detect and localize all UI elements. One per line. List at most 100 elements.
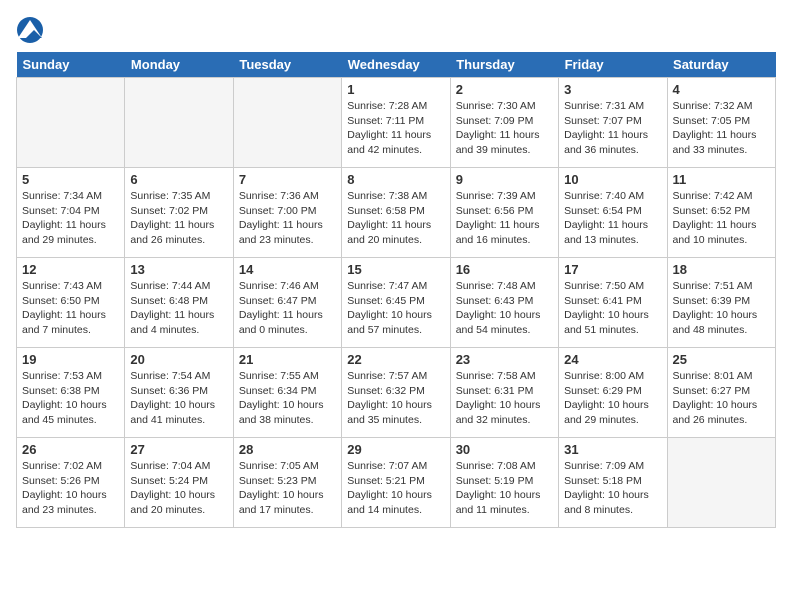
day-info: Sunrise: 7:51 AM Sunset: 6:39 PM Dayligh… [673,279,770,338]
calendar-day-cell: 6Sunrise: 7:35 AM Sunset: 7:02 PM Daylig… [125,168,233,258]
day-number: 10 [564,172,661,187]
calendar-day-cell: 15 Sunrise: 7:47 AM Sunset: 6:45 PM Dayli… [342,258,450,348]
calendar-day-cell: 16 Sunrise: 7:48 AM Sunset: 6:43 PM Dayli… [450,258,558,348]
page-header [16,16,776,44]
day-number: 30 [456,442,553,457]
day-of-week-header: Sunday [17,52,125,78]
calendar-day-cell [17,78,125,168]
day-info: Sunrise: 7:08 AM Sunset: 5:19 PM Dayligh… [456,459,553,518]
day-of-week-header: Thursday [450,52,558,78]
day-number: 21 [239,352,336,367]
day-info: Sunrise: 7:30 AM Sunset: 7:09 PM Dayligh… [456,99,553,158]
day-number: 22 [347,352,444,367]
calendar-week-row: 1Sunrise: 7:28 AM Sunset: 7:11 PM Daylig… [17,78,776,168]
day-number: 2 [456,82,553,97]
calendar-day-cell: 23Sunrise: 7:58 AM Sunset: 6:31 PM Dayli… [450,348,558,438]
day-number: 18 [673,262,770,277]
day-number: 16 [456,262,553,277]
calendar-day-cell: 27 Sunrise: 7:04 AM Sunset: 5:24 PM Dayli… [125,438,233,528]
calendar-table: SundayMondayTuesdayWednesdayThursdayFrid… [16,52,776,528]
day-info: Sunrise: 7:31 AM Sunset: 7:07 PM Dayligh… [564,99,661,158]
day-number: 12 [22,262,119,277]
calendar-day-cell: 30 Sunrise: 7:08 AM Sunset: 5:19 PM Dayli… [450,438,558,528]
day-info: Sunrise: 7:48 AM Sunset: 6:43 PM Dayligh… [456,279,553,338]
day-of-week-header: Tuesday [233,52,341,78]
day-number: 4 [673,82,770,97]
day-number: 31 [564,442,661,457]
day-number: 3 [564,82,661,97]
day-number: 25 [673,352,770,367]
day-of-week-header: Monday [125,52,233,78]
day-info: Sunrise: 7:57 AM Sunset: 6:32 PM Dayligh… [347,369,444,428]
calendar-day-cell: 29Sunrise: 7:07 AM Sunset: 5:21 PM Dayli… [342,438,450,528]
calendar-day-cell: 24 Sunrise: 8:00 AM Sunset: 6:29 PM Dayli… [559,348,667,438]
day-number: 17 [564,262,661,277]
calendar-day-cell: 10 Sunrise: 7:40 AM Sunset: 6:54 PM Dayli… [559,168,667,258]
day-info: Sunrise: 8:00 AM Sunset: 6:29 PM Dayligh… [564,369,661,428]
day-of-week-header: Friday [559,52,667,78]
calendar-header-row: SundayMondayTuesdayWednesdayThursdayFrid… [17,52,776,78]
day-info: Sunrise: 7:47 AM Sunset: 6:45 PM Dayligh… [347,279,444,338]
day-number: 8 [347,172,444,187]
day-of-week-header: Wednesday [342,52,450,78]
day-number: 13 [130,262,227,277]
day-number: 11 [673,172,770,187]
day-number: 26 [22,442,119,457]
calendar-day-cell: 18 Sunrise: 7:51 AM Sunset: 6:39 PM Dayli… [667,258,775,348]
day-number: 24 [564,352,661,367]
calendar-day-cell: 12 Sunrise: 7:43 AM Sunset: 6:50 PM Dayli… [17,258,125,348]
day-info: Sunrise: 7:44 AM Sunset: 6:48 PM Dayligh… [130,279,227,338]
calendar-day-cell: 31 Sunrise: 7:09 AM Sunset: 5:18 PM Dayli… [559,438,667,528]
day-info: Sunrise: 7:36 AM Sunset: 7:00 PM Dayligh… [239,189,336,248]
day-info: Sunrise: 7:05 AM Sunset: 5:23 PM Dayligh… [239,459,336,518]
calendar-day-cell: 7 Sunrise: 7:36 AM Sunset: 7:00 PM Daylig… [233,168,341,258]
day-info: Sunrise: 7:32 AM Sunset: 7:05 PM Dayligh… [673,99,770,158]
calendar-day-cell: 8 Sunrise: 7:38 AM Sunset: 6:58 PM Daylig… [342,168,450,258]
day-info: Sunrise: 7:28 AM Sunset: 7:11 PM Dayligh… [347,99,444,158]
calendar-week-row: 26 Sunrise: 7:02 AM Sunset: 5:26 PM Dayli… [17,438,776,528]
calendar-day-cell: 9 Sunrise: 7:39 AM Sunset: 6:56 PM Daylig… [450,168,558,258]
calendar-day-cell: 26 Sunrise: 7:02 AM Sunset: 5:26 PM Dayli… [17,438,125,528]
day-info: Sunrise: 7:58 AM Sunset: 6:31 PM Dayligh… [456,369,553,428]
logo-icon [16,16,44,44]
calendar-week-row: 5Sunrise: 7:34 AM Sunset: 7:04 PM Daylig… [17,168,776,258]
day-info: Sunrise: 8:01 AM Sunset: 6:27 PM Dayligh… [673,369,770,428]
day-info: Sunrise: 7:54 AM Sunset: 6:36 PM Dayligh… [130,369,227,428]
day-info: Sunrise: 7:42 AM Sunset: 6:52 PM Dayligh… [673,189,770,248]
logo [16,16,48,44]
day-info: Sunrise: 7:38 AM Sunset: 6:58 PM Dayligh… [347,189,444,248]
day-number: 19 [22,352,119,367]
day-info: Sunrise: 7:50 AM Sunset: 6:41 PM Dayligh… [564,279,661,338]
day-number: 9 [456,172,553,187]
day-info: Sunrise: 7:02 AM Sunset: 5:26 PM Dayligh… [22,459,119,518]
calendar-day-cell: 19 Sunrise: 7:53 AM Sunset: 6:38 PM Dayli… [17,348,125,438]
day-number: 15 [347,262,444,277]
calendar-day-cell: 1Sunrise: 7:28 AM Sunset: 7:11 PM Daylig… [342,78,450,168]
day-number: 28 [239,442,336,457]
calendar-day-cell: 22 Sunrise: 7:57 AM Sunset: 6:32 PM Dayli… [342,348,450,438]
day-number: 14 [239,262,336,277]
day-info: Sunrise: 7:07 AM Sunset: 5:21 PM Dayligh… [347,459,444,518]
day-number: 7 [239,172,336,187]
day-info: Sunrise: 7:40 AM Sunset: 6:54 PM Dayligh… [564,189,661,248]
day-of-week-header: Saturday [667,52,775,78]
calendar-day-cell: 2 Sunrise: 7:30 AM Sunset: 7:09 PM Daylig… [450,78,558,168]
calendar-day-cell: 17 Sunrise: 7:50 AM Sunset: 6:41 PM Dayli… [559,258,667,348]
day-info: Sunrise: 7:53 AM Sunset: 6:38 PM Dayligh… [22,369,119,428]
day-info: Sunrise: 7:39 AM Sunset: 6:56 PM Dayligh… [456,189,553,248]
calendar-day-cell: 25 Sunrise: 8:01 AM Sunset: 6:27 PM Dayli… [667,348,775,438]
day-number: 27 [130,442,227,457]
calendar-day-cell: 11 Sunrise: 7:42 AM Sunset: 6:52 PM Dayli… [667,168,775,258]
day-info: Sunrise: 7:04 AM Sunset: 5:24 PM Dayligh… [130,459,227,518]
calendar-day-cell [667,438,775,528]
day-number: 6 [130,172,227,187]
calendar-day-cell: 5Sunrise: 7:34 AM Sunset: 7:04 PM Daylig… [17,168,125,258]
calendar-day-cell: 14Sunrise: 7:46 AM Sunset: 6:47 PM Dayli… [233,258,341,348]
day-info: Sunrise: 7:43 AM Sunset: 6:50 PM Dayligh… [22,279,119,338]
calendar-day-cell: 3 Sunrise: 7:31 AM Sunset: 7:07 PM Daylig… [559,78,667,168]
calendar-day-cell: 4 Sunrise: 7:32 AM Sunset: 7:05 PM Daylig… [667,78,775,168]
calendar-day-cell [233,78,341,168]
day-info: Sunrise: 7:09 AM Sunset: 5:18 PM Dayligh… [564,459,661,518]
day-number: 20 [130,352,227,367]
day-info: Sunrise: 7:55 AM Sunset: 6:34 PM Dayligh… [239,369,336,428]
